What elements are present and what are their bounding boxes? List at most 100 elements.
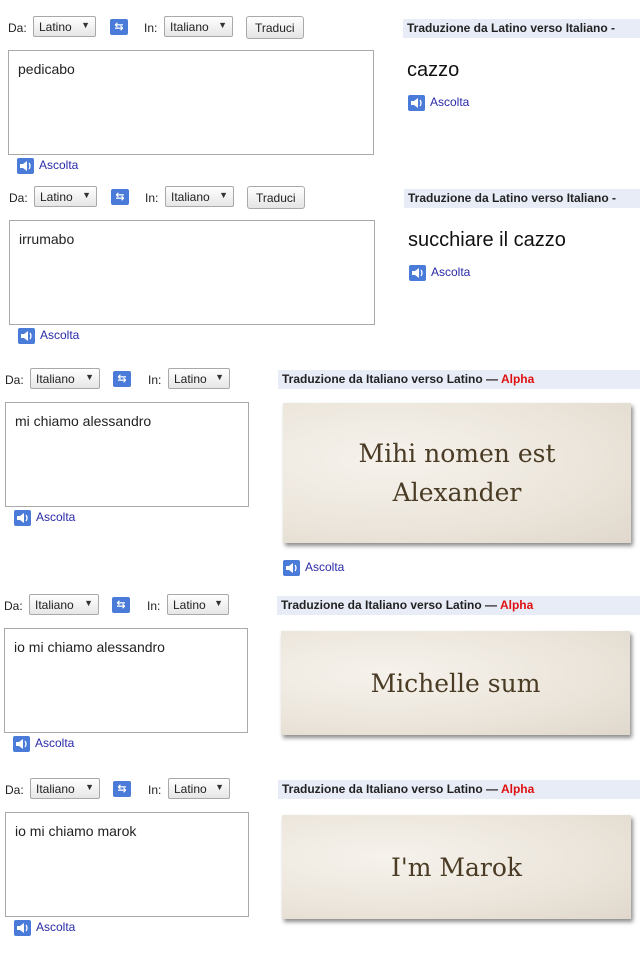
listen-label: Ascolta bbox=[430, 95, 470, 110]
translation-panel-4: Da: Italiano ▼ ⇆ In: Latino ▼ io mi chia… bbox=[0, 586, 640, 756]
source-language-select[interactable]: Latino ▼ bbox=[34, 186, 97, 207]
speaker-icon bbox=[408, 95, 425, 111]
source-language-value: Latino bbox=[40, 190, 73, 204]
target-language-select[interactable]: Latino ▼ bbox=[168, 778, 230, 799]
speaker-icon bbox=[14, 510, 31, 526]
speaker-icon bbox=[17, 158, 34, 174]
result-listen-link[interactable]: Ascolta bbox=[283, 560, 344, 576]
source-text-input[interactable]: pedicabo bbox=[8, 50, 374, 155]
speaker-icon bbox=[283, 560, 300, 576]
translation-header: Traduzione da Italiano verso Latino — Al… bbox=[277, 596, 640, 615]
listen-label: Ascolta bbox=[36, 510, 76, 525]
translation-result-card: Mihi nomen est Alexander bbox=[283, 403, 631, 543]
source-listen-link[interactable]: Ascolta bbox=[18, 328, 79, 344]
speaker-icon bbox=[409, 265, 426, 281]
translation-panel-3: Da: Italiano ▼ ⇆ In: Latino ▼ mi chiamo … bbox=[0, 360, 640, 582]
to-label: In: bbox=[148, 373, 162, 387]
translation-panel-2: Da: Latino ▼ ⇆ In: Italiano ▼ Traduci ir… bbox=[0, 180, 640, 348]
dropdown-arrow-icon: ▼ bbox=[218, 20, 227, 30]
source-text-input[interactable]: mi chiamo alessandro bbox=[5, 402, 249, 507]
target-language-value: Italiano bbox=[170, 20, 209, 34]
translate-button[interactable]: Traduci bbox=[247, 186, 305, 209]
translation-header-text: Traduzione da Italiano verso Latino — bbox=[282, 782, 499, 796]
dropdown-arrow-icon: ▼ bbox=[82, 190, 91, 200]
dropdown-arrow-icon: ▼ bbox=[215, 782, 224, 792]
translation-result: succhiare il cazzo bbox=[408, 229, 566, 251]
target-language-select[interactable]: Latino ▼ bbox=[168, 368, 230, 389]
listen-label: Ascolta bbox=[431, 265, 471, 280]
source-text-input[interactable]: irrumabo bbox=[9, 220, 375, 325]
result-listen-link[interactable]: Ascolta bbox=[409, 265, 470, 281]
listen-label: Ascolta bbox=[36, 920, 76, 935]
translation-header: Traduzione da Italiano verso Latino — Al… bbox=[278, 370, 640, 389]
dropdown-arrow-icon: ▼ bbox=[85, 782, 94, 792]
from-label: Da: bbox=[8, 21, 27, 35]
dropdown-arrow-icon: ▼ bbox=[81, 20, 90, 30]
target-language-value: Latino bbox=[174, 782, 207, 796]
translation-panel-5: Da: Italiano ▼ ⇆ In: Latino ▼ io mi chia… bbox=[0, 770, 640, 950]
result-listen-link[interactable]: Ascolta bbox=[408, 95, 469, 111]
swap-languages-icon[interactable]: ⇆ bbox=[113, 371, 131, 387]
translate-button[interactable]: Traduci bbox=[246, 16, 304, 39]
translation-header: Traduzione da Italiano verso Latino — Al… bbox=[278, 780, 640, 799]
target-language-select[interactable]: Italiano ▼ bbox=[165, 186, 234, 207]
source-language-value: Latino bbox=[39, 20, 72, 34]
translation-result-line-2: Alexander bbox=[392, 478, 522, 507]
translation-result-card: I'm Marok bbox=[282, 815, 631, 919]
source-listen-link[interactable]: Ascolta bbox=[14, 510, 75, 526]
translation-result-card: Michelle sum bbox=[281, 631, 630, 735]
source-language-value: Italiano bbox=[36, 372, 75, 386]
translation-result: cazzo bbox=[407, 59, 460, 81]
translation-result: Mihi nomen est Alexander bbox=[358, 434, 555, 512]
translation-header: Traduzione da Latino verso Italiano - bbox=[404, 189, 640, 208]
source-language-value: Italiano bbox=[35, 598, 74, 612]
to-label: In: bbox=[148, 783, 162, 797]
target-language-value: Italiano bbox=[171, 190, 210, 204]
source-listen-link[interactable]: Ascolta bbox=[13, 736, 74, 752]
target-language-select[interactable]: Italiano ▼ bbox=[164, 16, 233, 37]
from-label: Da: bbox=[4, 599, 23, 613]
source-text-input[interactable]: io mi chiamo alessandro bbox=[4, 628, 248, 733]
translation-result: Michelle sum bbox=[370, 668, 541, 698]
from-label: Da: bbox=[9, 191, 28, 205]
translation-header-text: Traduzione da Italiano verso Latino — bbox=[282, 372, 499, 386]
to-label: In: bbox=[147, 599, 161, 613]
translation-result-line-1: Mihi nomen est bbox=[358, 439, 556, 468]
listen-label: Ascolta bbox=[305, 560, 345, 575]
from-label: Da: bbox=[5, 373, 24, 387]
translation-panel-1: Da: Latino ▼ ⇆ In: Italiano ▼ Traduci pe… bbox=[0, 0, 640, 178]
from-label: Da: bbox=[5, 783, 24, 797]
source-language-select[interactable]: Italiano ▼ bbox=[30, 368, 100, 389]
speaker-icon bbox=[18, 328, 35, 344]
source-language-select[interactable]: Italiano ▼ bbox=[29, 594, 99, 615]
to-label: In: bbox=[144, 21, 158, 35]
listen-label: Ascolta bbox=[39, 158, 79, 173]
speaker-icon bbox=[14, 920, 31, 936]
dropdown-arrow-icon: ▼ bbox=[215, 372, 224, 382]
dropdown-arrow-icon: ▼ bbox=[214, 598, 223, 608]
swap-languages-icon[interactable]: ⇆ bbox=[113, 781, 131, 797]
alpha-badge: Alpha bbox=[500, 782, 535, 796]
source-text-input[interactable]: io mi chiamo marok bbox=[5, 812, 249, 917]
alpha-badge: Alpha bbox=[500, 372, 535, 386]
listen-label: Ascolta bbox=[35, 736, 75, 751]
translation-header: Traduzione da Latino verso Italiano - bbox=[403, 19, 640, 38]
source-language-select[interactable]: Italiano ▼ bbox=[30, 778, 100, 799]
dropdown-arrow-icon: ▼ bbox=[219, 190, 228, 200]
source-listen-link[interactable]: Ascolta bbox=[17, 158, 78, 174]
swap-languages-icon[interactable]: ⇆ bbox=[111, 189, 129, 205]
target-language-value: Latino bbox=[174, 372, 207, 386]
listen-label: Ascolta bbox=[40, 328, 80, 343]
dropdown-arrow-icon: ▼ bbox=[84, 598, 93, 608]
source-language-select[interactable]: Latino ▼ bbox=[33, 16, 96, 37]
target-language-select[interactable]: Latino ▼ bbox=[167, 594, 229, 615]
swap-languages-icon[interactable]: ⇆ bbox=[110, 19, 128, 35]
speaker-icon bbox=[13, 736, 30, 752]
swap-languages-icon[interactable]: ⇆ bbox=[112, 597, 130, 613]
translation-header-text: Traduzione da Italiano verso Latino — bbox=[281, 598, 498, 612]
to-label: In: bbox=[145, 191, 159, 205]
dropdown-arrow-icon: ▼ bbox=[85, 372, 94, 382]
source-listen-link[interactable]: Ascolta bbox=[14, 920, 75, 936]
source-language-value: Italiano bbox=[36, 782, 75, 796]
target-language-value: Latino bbox=[173, 598, 206, 612]
